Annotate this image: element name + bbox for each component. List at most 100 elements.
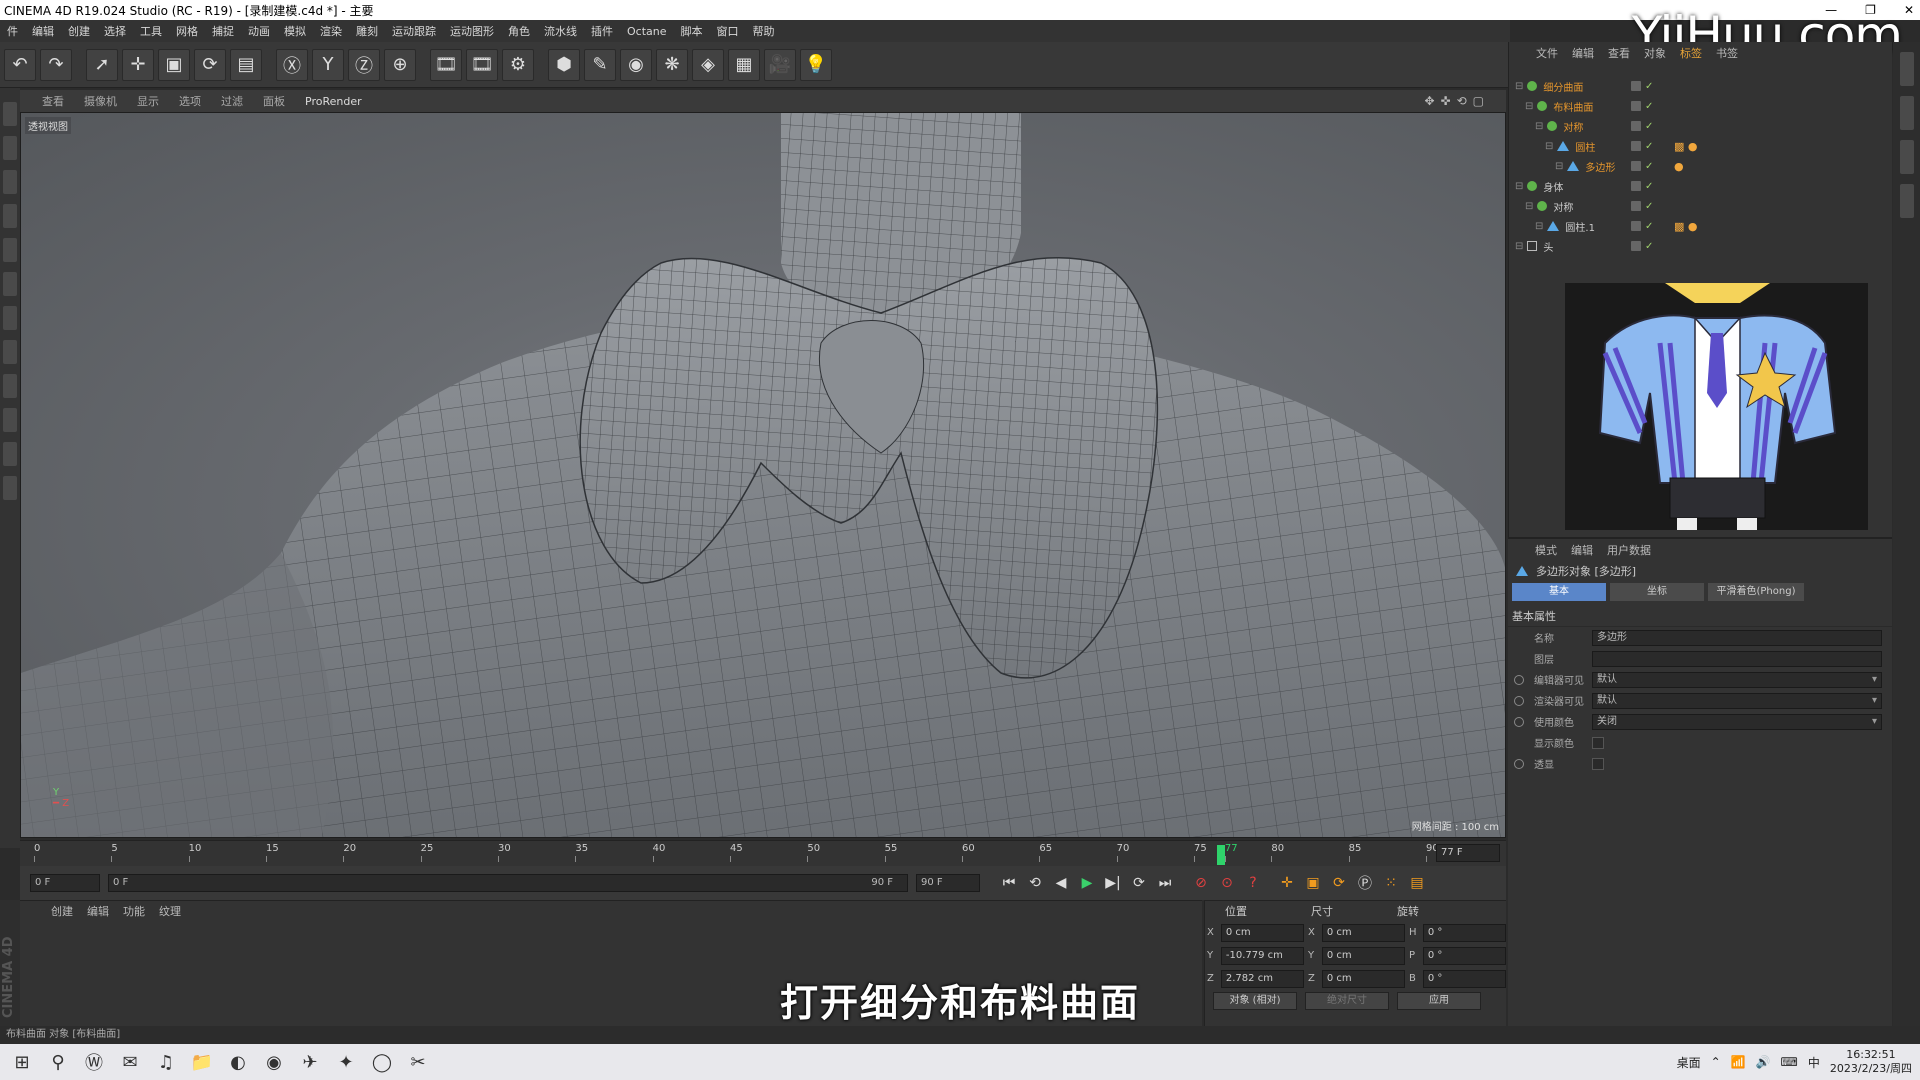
enabled-check-icon[interactable]: ✓ <box>1645 201 1653 212</box>
clock[interactable]: 16:32:51 2023/2/23/周四 <box>1830 1048 1912 1076</box>
coord-system-icon[interactable]: ⊕ <box>384 48 416 81</box>
object-menu-item[interactable]: 编辑 <box>1565 45 1601 61</box>
subdivision-icon[interactable]: ◉ <box>620 48 652 81</box>
side-tab[interactable] <box>1899 140 1914 174</box>
visibility-toggle-icon[interactable] <box>1631 160 1641 171</box>
enabled-check-icon[interactable]: ✓ <box>1645 121 1653 132</box>
menu-item[interactable]: 窗口 <box>710 23 746 39</box>
timeline-window-button[interactable]: ▤ <box>1404 871 1430 895</box>
menu-item[interactable]: 运动跟踪 <box>385 23 443 39</box>
menu-item[interactable]: 工具 <box>133 23 169 39</box>
side-tab[interactable] <box>1899 96 1914 130</box>
volume-icon[interactable]: 🔊 <box>1756 1055 1771 1069</box>
object-visibility-tags[interactable]: ✓ <box>1631 180 1653 192</box>
mode-button[interactable] <box>3 408 17 432</box>
object-visibility-tags[interactable]: ✓ <box>1631 200 1653 212</box>
mode-button[interactable] <box>3 136 17 160</box>
start-frame-field[interactable]: 0 F <box>30 874 100 892</box>
expand-toggle-icon[interactable]: ⊟ <box>1515 181 1523 192</box>
object-visibility-tags[interactable]: ✓ <box>1631 220 1653 232</box>
end-frame-field[interactable]: 90 F <box>916 874 980 892</box>
viewport-3d[interactable]: 透视视图 Y ━ Z 网格间距 : 100 cm <box>20 112 1506 838</box>
expand-toggle-icon[interactable]: ⊟ <box>1525 201 1533 212</box>
network-icon[interactable]: 📶 <box>1731 1055 1746 1069</box>
object-menu-item[interactable]: 查看 <box>1601 45 1637 61</box>
capcut-icon[interactable]: ✂ <box>400 1044 436 1080</box>
next-key-button[interactable]: ⟳ <box>1126 871 1152 895</box>
expand-toggle-icon[interactable]: ⊟ <box>1535 221 1543 232</box>
timeline-playhead[interactable] <box>1216 845 1225 865</box>
y-axis-icon[interactable]: Y <box>312 48 344 81</box>
enabled-check-icon[interactable]: ✓ <box>1645 161 1653 172</box>
enabled-check-icon[interactable]: ✓ <box>1645 181 1653 192</box>
select-icon[interactable]: ➚ <box>86 48 118 81</box>
z-axis-icon[interactable]: Ⓩ <box>348 48 380 81</box>
attribute-value[interactable] <box>1592 650 1882 667</box>
mode-button[interactable] <box>3 306 17 330</box>
material-menu-item[interactable]: 创建 <box>44 903 80 919</box>
current-frame-field[interactable]: 77 F <box>1436 844 1500 862</box>
expand-toggle-icon[interactable]: ⊟ <box>1535 121 1543 132</box>
minimize-button[interactable]: — <box>1825 0 1837 20</box>
animate-radio[interactable] <box>1514 674 1524 685</box>
menu-item[interactable]: 捕捉 <box>205 23 241 39</box>
viewport-menu-item[interactable]: 摄像机 <box>76 93 125 109</box>
menu-item[interactable]: 渲染 <box>313 23 349 39</box>
object-visibility-tags[interactable]: ✓ <box>1631 140 1653 152</box>
object-row[interactable]: ⊟ 对称 ✓ <box>1509 116 1893 136</box>
windows-start-icon[interactable]: ⊞ <box>4 1044 40 1080</box>
goto-start-button[interactable]: ⏮ <box>996 871 1022 895</box>
timeline-ruler[interactable]: 0 5 10 15 20 25 30 35 40 45 50 55 60 65 70 75 77 80 85 90 <box>34 843 1439 865</box>
mode-button[interactable] <box>3 102 17 126</box>
mode-button[interactable] <box>3 238 17 262</box>
search-icon[interactable]: ⚲ <box>40 1044 76 1080</box>
visibility-toggle-icon[interactable] <box>1631 140 1641 151</box>
expand-toggle-icon[interactable]: ⊟ <box>1555 161 1563 172</box>
close-button[interactable]: ✕ <box>1904 0 1914 20</box>
object-row[interactable]: ⊟ 多边形 ✓ ● <box>1509 156 1893 176</box>
menu-item[interactable]: 创建 <box>61 23 97 39</box>
feather-icon[interactable]: ✈ <box>292 1044 328 1080</box>
viewport-menu-item[interactable]: 面板 <box>255 93 293 109</box>
visibility-toggle-icon[interactable] <box>1631 200 1641 211</box>
undo-icon[interactable]: ↶ <box>4 48 36 81</box>
play-button[interactable]: ▶ <box>1074 871 1100 895</box>
mode-button[interactable] <box>3 272 17 296</box>
krita-icon[interactable]: ✦ <box>328 1044 364 1080</box>
rotate-icon[interactable]: ⟳ <box>194 48 226 81</box>
prev-key-button[interactable]: ⟲ <box>1022 871 1048 895</box>
viewport-menu-item[interactable]: ProRender <box>297 95 370 108</box>
move-icon[interactable]: ✛ <box>122 48 154 81</box>
object-row[interactable]: ⊟ 头 ✓ <box>1509 236 1893 256</box>
animate-radio[interactable] <box>1514 758 1524 769</box>
object-row[interactable]: ⊟ 圆柱.1 ✓ ▩ ● <box>1509 216 1893 236</box>
object-visibility-tags[interactable]: ✓ <box>1631 240 1653 252</box>
deformer-icon[interactable]: ◈ <box>692 48 724 81</box>
object-visibility-tags[interactable]: ✓ <box>1631 100 1653 112</box>
visibility-toggle-icon[interactable] <box>1631 240 1641 251</box>
object-row[interactable]: ⊟ 对称 ✓ <box>1509 196 1893 216</box>
viewport-nav-icons[interactable]: ✥✜⟲▢ <box>1416 94 1498 108</box>
cinema4d-icon[interactable]: ◐ <box>220 1044 256 1080</box>
object-visibility-tags[interactable]: ✓ <box>1631 120 1653 132</box>
tab-phong[interactable]: 平滑着色(Phong) <box>1708 583 1804 601</box>
menu-item[interactable]: 模拟 <box>277 23 313 39</box>
expand-toggle-icon[interactable]: ⊟ <box>1515 241 1523 252</box>
object-row[interactable]: ⊟ 布料曲面 ✓ <box>1509 96 1893 116</box>
mode-button[interactable] <box>3 340 17 364</box>
animate-radio[interactable] <box>1514 695 1524 706</box>
rotation-field[interactable]: 0 ° <box>1422 946 1506 965</box>
tab-coords[interactable]: 坐标 <box>1610 583 1704 601</box>
viewport-menu-item[interactable]: 查看 <box>34 93 72 109</box>
enabled-check-icon[interactable]: ✓ <box>1645 241 1653 252</box>
key-pla-button[interactable]: ⁙ <box>1378 871 1404 895</box>
attribute-menu-item[interactable]: 编辑 <box>1564 542 1600 558</box>
array-icon[interactable]: ❋ <box>656 48 688 81</box>
menu-item[interactable]: 编辑 <box>25 23 61 39</box>
keyframe-selection-button[interactable]: ? <box>1240 871 1266 895</box>
netease-music-icon[interactable]: ♫ <box>148 1044 184 1080</box>
visibility-toggle-icon[interactable] <box>1631 220 1641 231</box>
goto-end-button[interactable]: ⏭ <box>1152 871 1178 895</box>
qq-icon[interactable]: ◯ <box>364 1044 400 1080</box>
attribute-menu-item[interactable]: 用户数据 <box>1600 542 1658 558</box>
